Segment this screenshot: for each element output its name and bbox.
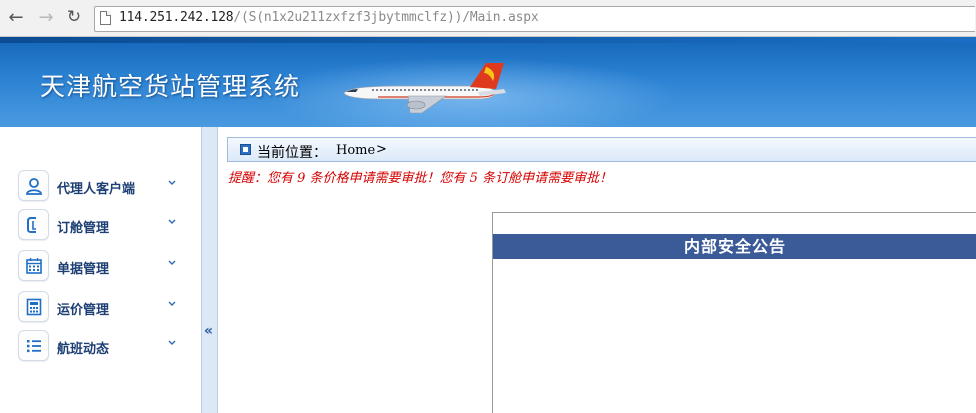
sidebar-item-label: 单据管理 xyxy=(57,262,110,277)
back-arrow-icon[interactable]: ← xyxy=(6,7,26,28)
url-text[interactable]: 114.251.242.128/(S(n1x2u211zxfzf3jbytmmc… xyxy=(119,10,539,25)
sidebar-item-label: 订舱管理 xyxy=(57,221,110,236)
sidebar-item-freight-rates[interactable]: 运价管理 xyxy=(18,291,198,323)
chevron-down-icon xyxy=(168,180,176,185)
sidebar-item-booking[interactable]: 订舱管理 xyxy=(18,209,198,241)
breadcrumb: 当前位置： Home > xyxy=(227,137,976,162)
breadcrumb-chevron: > xyxy=(376,142,387,157)
chevron-down-icon xyxy=(168,301,176,306)
approval-reminder: 提醒：您有 9 条价格申请需要审批！您有 5 条订舱申请需要审批！ xyxy=(228,171,613,186)
list-icon xyxy=(18,330,49,361)
forward-arrow-icon[interactable]: → xyxy=(36,7,56,28)
chevron-down-icon xyxy=(168,219,176,224)
person-icon xyxy=(18,170,49,201)
chevron-down-icon xyxy=(168,340,176,345)
announcement-panel: 内部安全公告 xyxy=(492,212,976,413)
breadcrumb-home-link[interactable]: Home xyxy=(336,143,375,158)
url-path: /(S(n1x2u211zxfzf3jbytmmclfz))/Main.aspx xyxy=(233,10,539,25)
reload-icon[interactable]: ↻ xyxy=(64,7,84,27)
site-header: 天津航空货站管理系统 xyxy=(0,37,976,127)
booking-icon xyxy=(18,209,49,240)
location-icon xyxy=(240,144,251,155)
airplane-logo-icon xyxy=(343,63,506,114)
page-icon xyxy=(100,11,111,25)
url-host: 114.251.242.128 xyxy=(119,10,234,25)
sidebar-item-documents[interactable]: 单据管理 xyxy=(18,250,198,282)
sidebar: 代理人客户端 订舱管理 单据管理 运价管理 航班动态 xyxy=(0,127,201,413)
address-bar[interactable]: 114.251.242.128/(S(n1x2u211zxfzf3jbytmmc… xyxy=(94,6,975,32)
sidebar-item-label: 代理人客户端 xyxy=(57,182,136,197)
site-title: 天津航空货站管理系统 xyxy=(40,72,301,101)
calculator-icon xyxy=(18,291,49,322)
sidebar-item-agent-client[interactable]: 代理人客户端 xyxy=(18,170,198,202)
sidebar-item-label: 航班动态 xyxy=(57,342,110,357)
collapse-sidebar-icon[interactable]: « xyxy=(204,323,213,339)
sidebar-item-label: 运价管理 xyxy=(57,303,110,318)
chevron-down-icon xyxy=(168,260,176,265)
browser-toolbar: ← → ↻ 114.251.242.128/(S(n1x2u211zxfzf3j… xyxy=(0,0,976,37)
calendar-icon xyxy=(18,250,49,281)
sidebar-splitter[interactable]: « xyxy=(201,127,218,413)
announcement-title: 内部安全公告 xyxy=(493,234,976,259)
sidebar-item-flight-status[interactable]: 航班动态 xyxy=(18,330,198,362)
breadcrumb-label: 当前位置： xyxy=(257,145,327,161)
